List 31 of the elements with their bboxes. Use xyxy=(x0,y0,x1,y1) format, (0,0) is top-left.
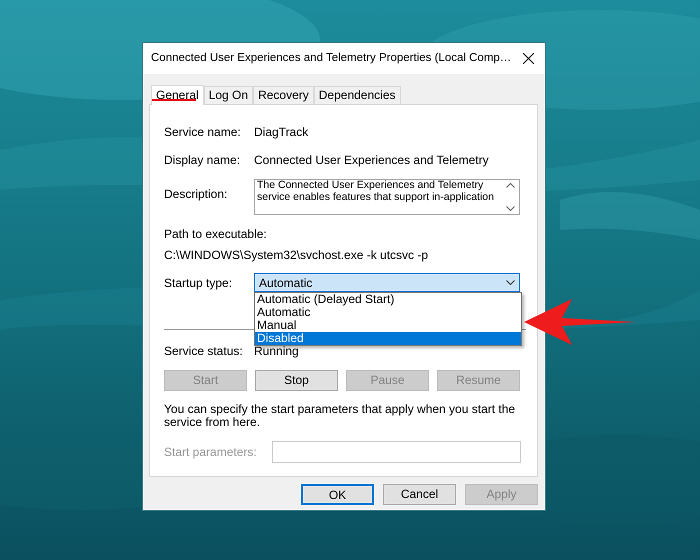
dropdown-option[interactable]: Automatic xyxy=(255,306,521,319)
field-value: DiagTrack xyxy=(254,124,308,141)
service-button[interactable]: Stop xyxy=(255,370,338,391)
close-icon xyxy=(522,53,534,64)
hint-text: You can specify the start parameters that apply when you start the service from here. xyxy=(164,403,516,429)
tab[interactable]: Dependencies xyxy=(314,86,400,104)
scroll-up-icon[interactable] xyxy=(506,183,515,188)
tab[interactable]: Log On xyxy=(204,86,254,104)
field-label: Startup type: xyxy=(164,274,234,292)
field-value: Running xyxy=(254,343,299,360)
chevron-down-icon xyxy=(506,280,515,285)
tab[interactable]: General xyxy=(151,85,204,105)
field-label: Start parameters: xyxy=(164,444,258,461)
field-label: Service name: xyxy=(164,124,242,141)
dropdown-option[interactable]: Disabled xyxy=(255,332,521,345)
description-text: The Connected User Experiences and Telemetry service enables features that support in-application xyxy=(256,180,495,204)
field-value: Connected User Experiences and Telemetry xyxy=(254,152,489,169)
path-value: C:\WINDOWS\System32\svchost.exe -k utcsvc -p xyxy=(164,247,430,264)
dialog-button[interactable]: Cancel xyxy=(383,484,456,505)
dropdown-option[interactable]: Manual xyxy=(255,319,521,332)
field-label: Service status: xyxy=(164,343,244,360)
description-box[interactable]: The Connected User Experiences and Telemetry service enables features that support in-application xyxy=(254,179,520,215)
dialog-button[interactable]: OK xyxy=(301,484,374,505)
startup-type-dropdown[interactable]: Automatic xyxy=(254,273,520,292)
dropdown-option[interactable]: Automatic (Delayed Start) xyxy=(255,293,521,306)
field-label: Description: xyxy=(164,186,228,203)
field-label: Display name: xyxy=(164,152,242,169)
window-title: Connected User Experiences and Telemetry Properties (Local Comp… xyxy=(151,50,512,66)
scroll-down-icon[interactable] xyxy=(506,206,515,211)
field-label: Path to executable: xyxy=(164,226,268,243)
tab[interactable]: Recovery xyxy=(253,86,314,104)
